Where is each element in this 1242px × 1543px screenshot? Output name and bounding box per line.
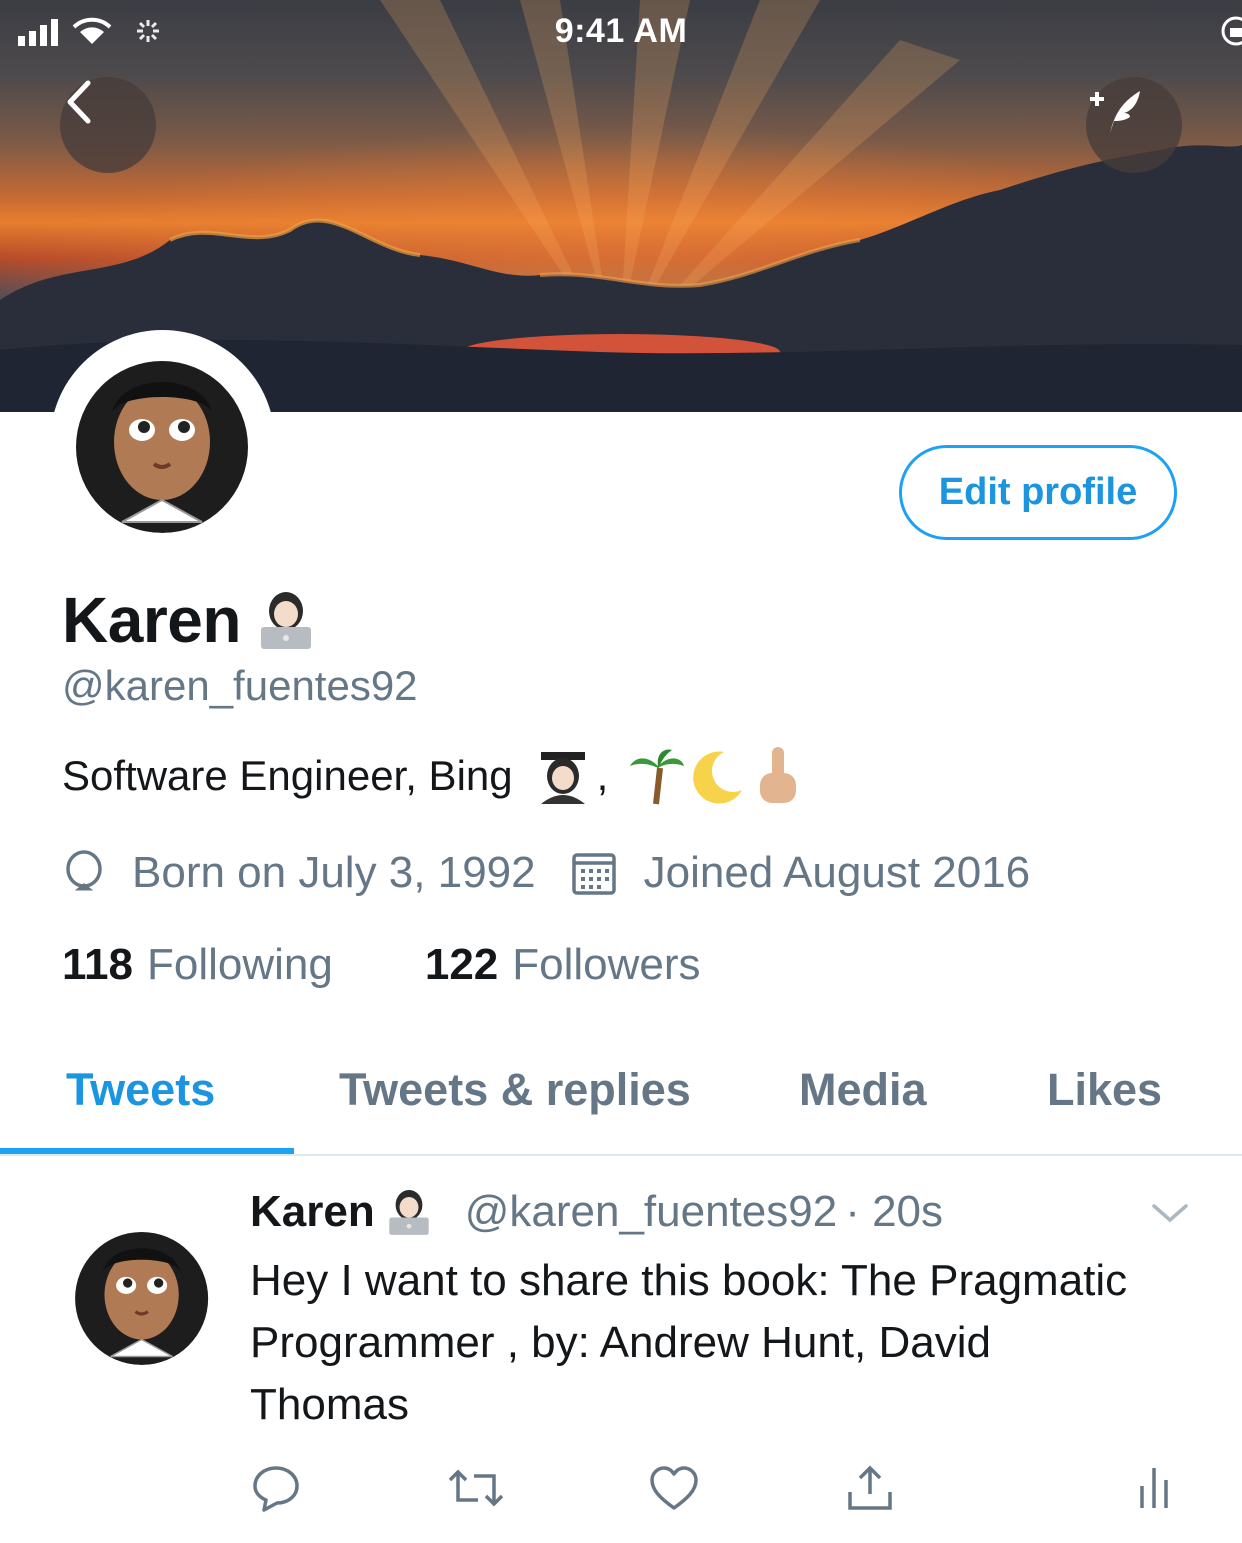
tweet-text: Hey I want to share this book: The Pragm…	[250, 1256, 1128, 1429]
followers-label: Followers	[512, 940, 701, 989]
tweet-analytics-button[interactable]	[1134, 1462, 1174, 1519]
following-label: Following	[146, 940, 333, 989]
calendar-icon	[571, 853, 616, 895]
balloon-icon	[66, 850, 102, 891]
index-pointing-up-emoji-icon	[760, 747, 797, 803]
like-button[interactable]	[648, 1462, 700, 1519]
tweet-options-button[interactable]	[1150, 1198, 1190, 1233]
tweet-author-name[interactable]: Karen	[250, 1187, 375, 1237]
tweet-author-handle[interactable]: @karen_fuentes92	[465, 1187, 837, 1237]
avatar[interactable]	[72, 352, 253, 533]
palm-tree-emoji-icon	[630, 749, 685, 805]
active-tab-indicator	[0, 1148, 294, 1154]
tweet-avatar[interactable]	[72, 1225, 212, 1365]
compose-tweet-button[interactable]	[1086, 77, 1182, 173]
back-button[interactable]	[60, 77, 156, 173]
birthday-text: Born on July 3, 1992	[132, 848, 536, 897]
bio-text: Software Engineer, Bing	[62, 752, 513, 799]
edit-profile-button[interactable]: Edit profile	[899, 445, 1177, 540]
following-count: 118	[62, 940, 133, 989]
retweet-icon	[448, 1469, 504, 1507]
tab-likes[interactable]: Likes	[1047, 1064, 1162, 1116]
profile-name-text: Karen	[62, 584, 241, 656]
followers-count: 122	[424, 940, 499, 989]
analytics-icon	[1140, 1468, 1168, 1508]
like-icon	[650, 1466, 698, 1510]
profile-tabs: Tweets Tweets & replies Media Likes	[0, 1048, 1242, 1156]
joined-text: Joined August 2016	[643, 848, 1031, 897]
status-time: 9:41 AM	[554, 12, 688, 50]
follow-stats: 118 Following 122 Followers	[62, 940, 701, 990]
profile-handle: @karen_fuentes92	[62, 662, 418, 709]
technologist-emoji-icon	[260, 592, 311, 649]
profile-avatar-frame	[50, 330, 275, 555]
tab-tweets[interactable]: Tweets	[66, 1064, 215, 1116]
profile-name: Karen	[62, 583, 319, 657]
followers-link[interactable]: 122 Followers	[425, 940, 701, 990]
compose-icon	[1090, 91, 1140, 133]
share-icon	[848, 1465, 892, 1510]
technologist-emoji-icon	[389, 1189, 429, 1235]
following-link[interactable]: 118 Following	[62, 940, 333, 990]
profile-bio: Software Engineer, Bing ,	[62, 745, 802, 807]
share-button[interactable]	[844, 1462, 896, 1519]
reply-icon	[253, 1466, 299, 1512]
joined-item: Joined August 2016	[570, 848, 1031, 898]
reply-button[interactable]	[250, 1462, 302, 1519]
bitmoji-avatar-image	[76, 361, 248, 533]
graduate-emoji-icon	[540, 752, 585, 804]
bio-comma: ,	[596, 752, 609, 799]
retweet-button[interactable]	[446, 1462, 506, 1519]
chevron-down-icon	[1152, 1204, 1188, 1223]
status-bar: 9:41 AM	[0, 0, 1242, 62]
profile-meta: Born on July 3, 1992 Joined August 2016	[62, 848, 1030, 898]
birthday-item: Born on July 3, 1992	[62, 848, 536, 898]
bitmoji-avatar-image	[75, 1231, 209, 1365]
tab-media[interactable]: Media	[799, 1064, 927, 1116]
tweet-header: Karen @karen_fuentes92 · 20s	[250, 1186, 943, 1238]
crescent-moon-emoji-icon	[693, 751, 743, 804]
back-icon	[67, 80, 91, 124]
tweet-timestamp: · 20s	[845, 1187, 944, 1236]
tab-tweets-and-replies[interactable]: Tweets & replies	[339, 1064, 691, 1116]
